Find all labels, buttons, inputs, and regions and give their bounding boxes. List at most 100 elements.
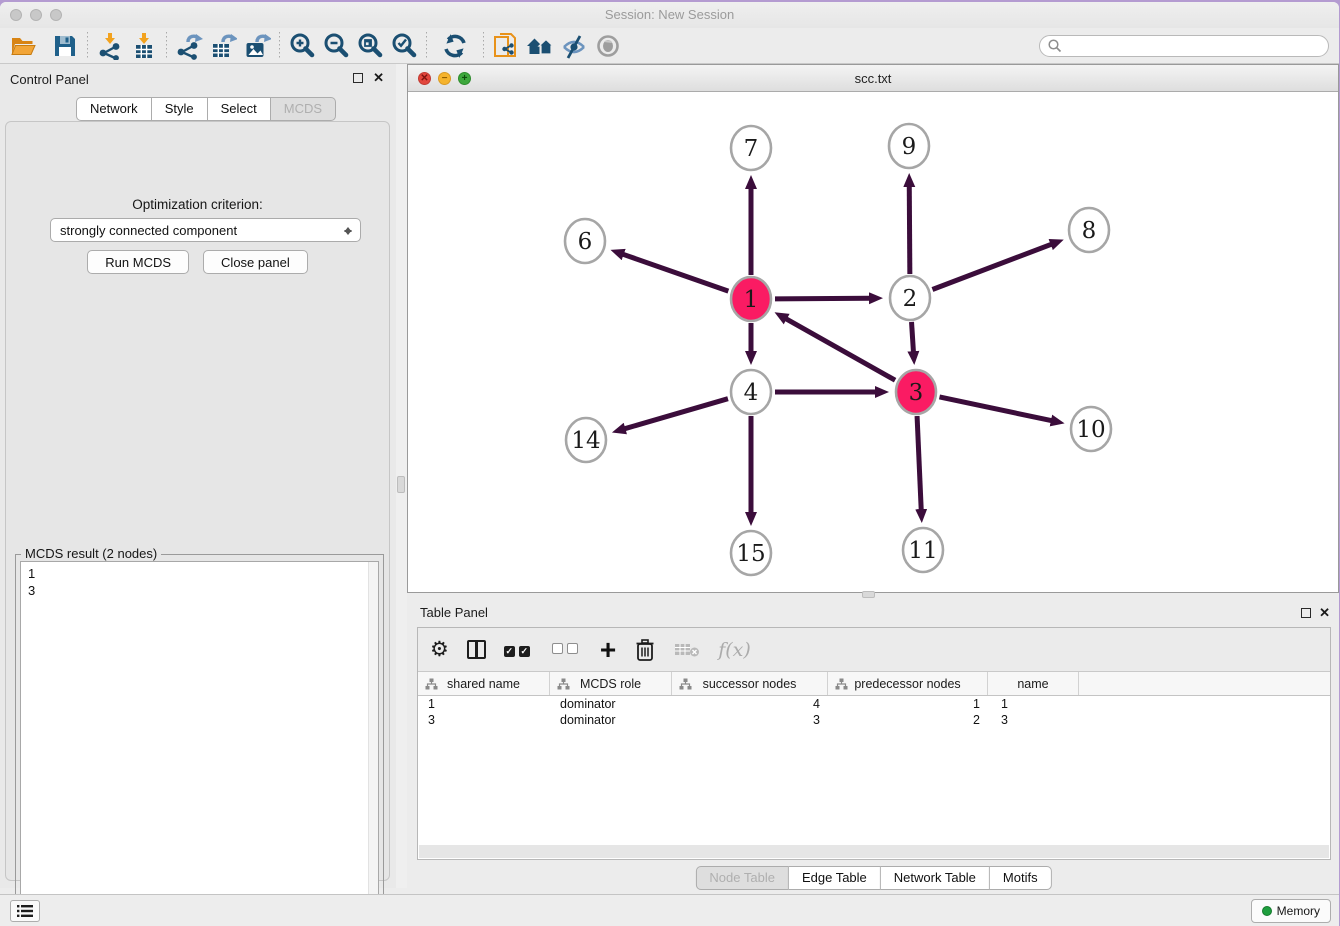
toolbar-separator [426,32,427,60]
toolbar-separator [279,32,280,60]
deselect-all-button[interactable] [552,635,582,665]
delete-table-icon [674,641,700,659]
node-table: shared name MCDS role successor nodes [418,671,1330,728]
graph-node-11[interactable]: 11 [903,528,943,572]
mcds-buttons: Run MCDS Close panel [6,250,389,274]
divider-grip[interactable] [862,591,875,598]
session-title: Session: New Session [0,7,1339,22]
export-image-button[interactable] [240,31,274,61]
mcds-result-text[interactable]: 1 3 [20,561,379,926]
zoom-out-button[interactable] [319,31,353,61]
column-header-successor-nodes[interactable]: successor nodes [672,672,828,695]
export-network-button[interactable] [172,31,206,61]
column-header-predecessor-nodes[interactable]: predecessor nodes [828,672,988,695]
show-eye-button[interactable] [591,31,625,61]
graph-edge-3-11[interactable] [917,416,921,510]
table-row[interactable]: 1 dominator 4 1 1 [418,696,1330,712]
zoom-fit-button[interactable] [353,31,387,61]
graph-edge-1-2[interactable] [775,298,870,299]
mcds-panel-body: Optimization criterion: strongly connect… [5,121,390,881]
table-panel: Table Panel ✕ ⚙ ✓✓ + [407,599,1339,888]
graph-edge-4-14[interactable] [624,399,728,429]
graph-edge-2-3[interactable] [912,322,914,352]
toolbar-separator [483,32,484,60]
status-bar: Memory [0,894,1339,926]
graph-node-4[interactable]: 4 [731,370,771,414]
main-area: Control Panel ✕ Network Style Select MCD… [0,64,1339,894]
graph-edge-2-8[interactable] [932,244,1051,289]
column-header-mcds-role[interactable]: MCDS role [550,672,672,695]
task-history-button[interactable] [10,900,40,922]
graph-node-7[interactable]: 7 [731,126,771,170]
import-table-button[interactable] [127,31,161,61]
graph-node-6[interactable]: 6 [565,219,605,263]
delete-table-button [674,635,700,665]
tab-network-table[interactable]: Network Table [881,866,990,890]
optimization-criterion-select[interactable]: strongly connected component [50,218,361,242]
tab-edge-table[interactable]: Edge Table [789,866,881,890]
tab-motifs[interactable]: Motifs [990,866,1052,890]
select-all-icon: ✓✓ [504,641,534,659]
show-columns-button[interactable] [467,635,486,665]
memory-button[interactable]: Memory [1251,899,1331,923]
toolbar-separator [166,32,167,60]
select-all-button[interactable]: ✓✓ [504,635,534,665]
cell-predecessor-nodes: 2 [828,712,988,728]
add-column-button[interactable]: + [600,635,616,665]
refresh-icon [441,32,469,60]
graph-node-10[interactable]: 10 [1071,407,1111,451]
function-builder-button: f(x) [718,635,751,665]
home-icon [525,32,555,60]
graph-edge-3-10[interactable] [939,397,1051,421]
tab-network[interactable]: Network [76,97,152,121]
copy-network-icon [492,32,520,60]
import-network-button[interactable] [93,31,127,61]
run-mcds-button[interactable]: Run MCDS [87,250,189,274]
tab-style[interactable]: Style [152,97,208,121]
tab-node-table[interactable]: Node Table [695,866,789,890]
graph-node-8[interactable]: 8 [1069,208,1109,252]
column-label: MCDS role [580,677,641,691]
close-panel-button[interactable]: Close panel [203,250,308,274]
divider-grip[interactable] [397,476,405,493]
table-row[interactable]: 3 dominator 3 2 3 [418,712,1330,728]
graph-node-1[interactable]: 1 [731,277,771,321]
zoom-selected-button[interactable] [387,31,421,61]
graph-node-3[interactable]: 3 [896,370,936,414]
graph-node-14[interactable]: 14 [566,418,606,462]
graph-node-2[interactable]: 2 [890,276,930,320]
network-canvas[interactable]: 1 2 3 4 6 7 8 9 10 11 14 15 [408,92,1338,592]
refresh-view-button[interactable] [438,31,472,61]
graph-edge-1-6[interactable] [623,254,729,291]
graph-node-15[interactable]: 15 [731,531,771,575]
hide-selected-button[interactable] [557,31,591,61]
cell-successor-nodes: 3 [672,712,828,728]
close-panel-icon[interactable]: ✕ [373,70,384,86]
column-header-shared-name[interactable]: shared name [418,672,550,695]
graph-edge-3-1[interactable] [786,319,895,381]
result-scrollbar[interactable] [368,562,378,926]
tab-mcds[interactable]: MCDS [271,97,336,121]
delete-column-button[interactable] [634,635,656,665]
svg-text:1: 1 [744,287,759,313]
open-session-button[interactable] [6,31,40,61]
search-input[interactable] [1039,35,1329,57]
graph-node-9[interactable]: 9 [889,124,929,168]
zoom-in-button[interactable] [285,31,319,61]
float-panel-icon[interactable] [1301,608,1311,618]
float-panel-icon[interactable] [353,73,363,83]
close-panel-icon[interactable]: ✕ [1319,605,1330,621]
right-column: ✕ − + scc.txt 1234678910111415 [407,64,1339,888]
export-table-button[interactable] [206,31,240,61]
home-layout-button[interactable] [523,31,557,61]
select-stepper-icon [343,222,353,240]
copy-network-button[interactable] [489,31,523,61]
graph-edge-2-9[interactable] [909,186,910,274]
save-session-button[interactable] [48,31,82,61]
zoom-selected-icon [390,32,418,60]
tab-select[interactable]: Select [208,97,271,121]
svg-text:15: 15 [736,541,765,567]
table-settings-button[interactable]: ⚙ [430,635,449,665]
vertical-split-divider[interactable] [396,64,407,888]
column-header-name[interactable]: name [988,672,1079,695]
